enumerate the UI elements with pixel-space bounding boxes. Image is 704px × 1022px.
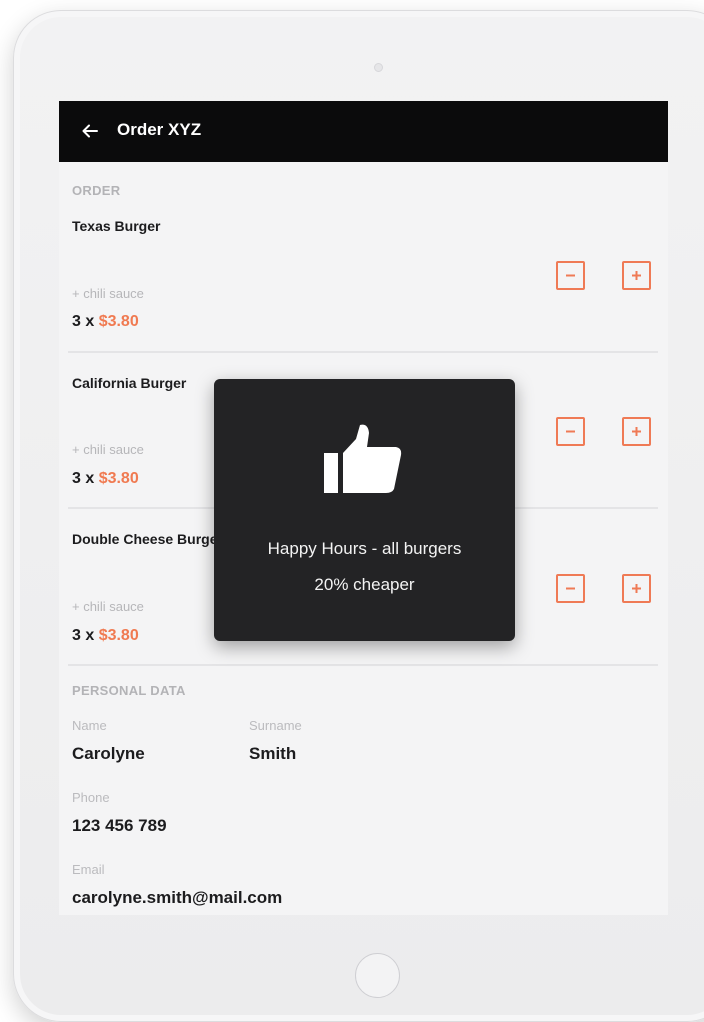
happy-hours-toast: Happy Hours - all burgers 20% cheaper <box>214 379 515 641</box>
thumbs-up-icon <box>324 424 402 493</box>
increase-button[interactable] <box>622 574 651 603</box>
divider <box>68 664 658 666</box>
plus-icon <box>632 427 641 436</box>
arrow-left-icon[interactable] <box>81 122 99 140</box>
item-name: Texas Burger <box>72 218 161 234</box>
increase-button[interactable] <box>622 261 651 290</box>
item-price: $3.80 <box>98 627 139 644</box>
increase-button[interactable] <box>622 417 651 446</box>
item-quantity: 3 x <box>72 470 99 487</box>
name-value: Carolyne <box>72 744 145 763</box>
front-camera <box>374 63 383 72</box>
personal-section-label: PERSONAL DATA <box>72 683 186 698</box>
divider <box>68 351 658 353</box>
item-extra: + chili sauce <box>72 286 144 301</box>
minus-icon <box>566 587 575 590</box>
item-quantity: 3 x <box>72 627 99 644</box>
item-quantity: 3 x <box>72 313 99 330</box>
decrease-button[interactable] <box>556 574 585 603</box>
decrease-button[interactable] <box>556 417 585 446</box>
app-bar: Order XYZ <box>59 101 668 162</box>
minus-icon <box>566 430 575 433</box>
email-value: carolyne.smith@mail.com <box>72 888 283 907</box>
item-name: Double Cheese Burger <box>72 531 223 547</box>
item-quantity-price: 3 x $3.80 <box>72 313 139 331</box>
item-extra: + chili sauce <box>72 599 144 614</box>
phone-value: 123 456 789 <box>72 816 167 835</box>
email-label: Email <box>72 862 105 877</box>
decrease-button[interactable] <box>556 261 585 290</box>
item-quantity-price: 3 x $3.80 <box>72 470 139 488</box>
app-screen: Order XYZ ORDER Texas Burger + chili sau… <box>59 101 668 915</box>
item-extra: + chili sauce <box>72 442 144 457</box>
plus-icon <box>632 271 641 280</box>
surname-label: Surname <box>249 718 302 733</box>
minus-icon <box>566 274 575 277</box>
item-name: California Burger <box>72 375 187 391</box>
home-button[interactable] <box>355 953 400 998</box>
phone-label: Phone <box>72 790 110 805</box>
name-label: Name <box>72 718 107 733</box>
item-price: $3.80 <box>98 470 139 487</box>
order-section-label: ORDER <box>72 183 121 198</box>
item-price: $3.80 <box>98 313 139 330</box>
toast-message-line1: Happy Hours - all burgers <box>267 539 462 558</box>
surname-value: Smith <box>249 744 297 763</box>
item-quantity-price: 3 x $3.80 <box>72 627 139 645</box>
page-title: Order XYZ <box>117 120 202 139</box>
plus-icon <box>632 584 641 593</box>
toast-message-line2: 20% cheaper <box>314 575 415 594</box>
